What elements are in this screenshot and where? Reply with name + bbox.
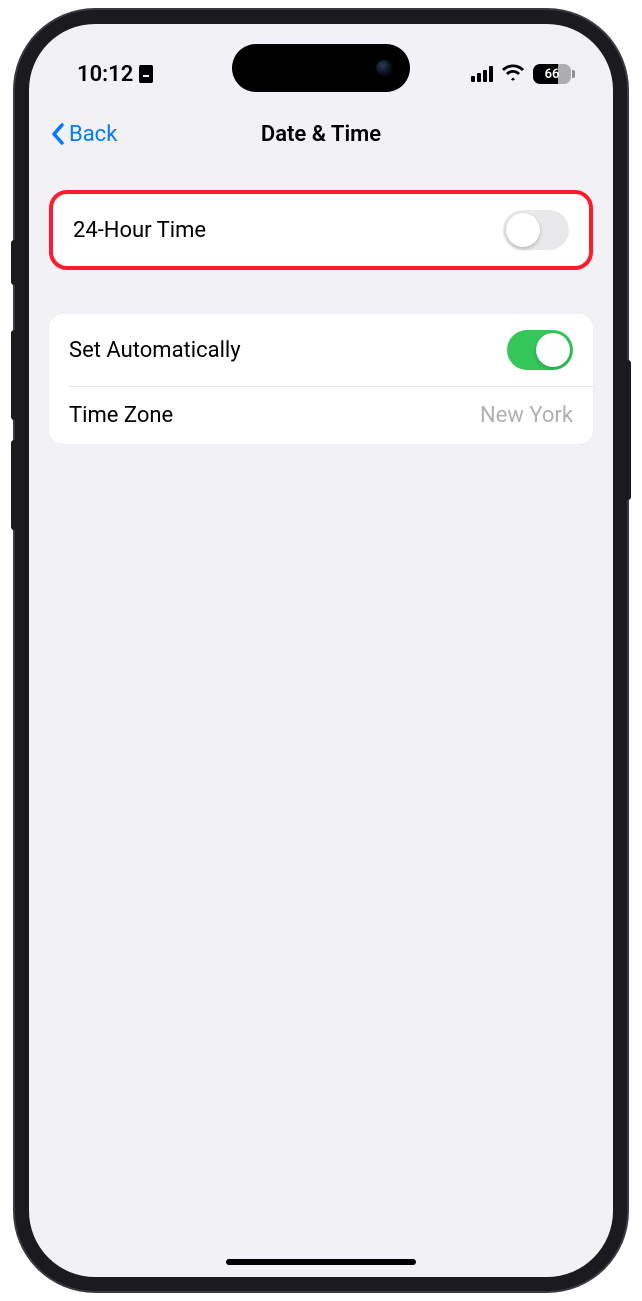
side-button — [11, 440, 17, 530]
toggle-knob — [506, 213, 540, 247]
sim-card-icon — [139, 65, 153, 83]
status-right: 66 — [471, 62, 575, 87]
page-title: Date & Time — [261, 122, 381, 147]
group-auto-timezone: Set Automatically Time Zone New York — [49, 314, 593, 444]
row-time-zone[interactable]: Time Zone New York — [69, 386, 593, 444]
group-24hour: 24-Hour Time — [49, 190, 593, 270]
row-label: Time Zone — [69, 403, 173, 428]
status-left: 10:12 — [77, 62, 153, 87]
phone-frame: 10:12 66 — [15, 10, 627, 1291]
toggle-knob — [536, 333, 570, 367]
row-set-automatically[interactable]: Set Automatically — [49, 314, 593, 386]
content: 24-Hour Time Set Automatically Time Zone… — [29, 164, 613, 444]
side-button — [625, 360, 631, 500]
dynamic-island — [232, 44, 410, 92]
home-indicator[interactable] — [226, 1259, 416, 1265]
nav-bar: Back Date & Time — [29, 104, 613, 164]
row-label: Set Automatically — [69, 338, 241, 363]
side-button — [11, 240, 17, 285]
wifi-icon — [501, 62, 525, 87]
cellular-signal-icon — [471, 66, 493, 82]
back-label: Back — [69, 122, 117, 147]
back-button[interactable]: Back — [49, 120, 117, 148]
status-time: 10:12 — [77, 62, 133, 87]
side-button — [11, 330, 17, 420]
screen: 10:12 66 — [29, 24, 613, 1277]
row-24-hour-time[interactable]: 24-Hour Time — [53, 194, 589, 266]
toggle-set-automatically[interactable] — [507, 330, 573, 370]
row-value: New York — [480, 403, 573, 428]
toggle-24-hour-time[interactable] — [503, 210, 569, 250]
chevron-left-icon — [49, 120, 67, 148]
battery-icon: 66 — [533, 64, 575, 84]
row-label: 24-Hour Time — [73, 218, 206, 243]
battery-percent: 66 — [545, 67, 560, 82]
